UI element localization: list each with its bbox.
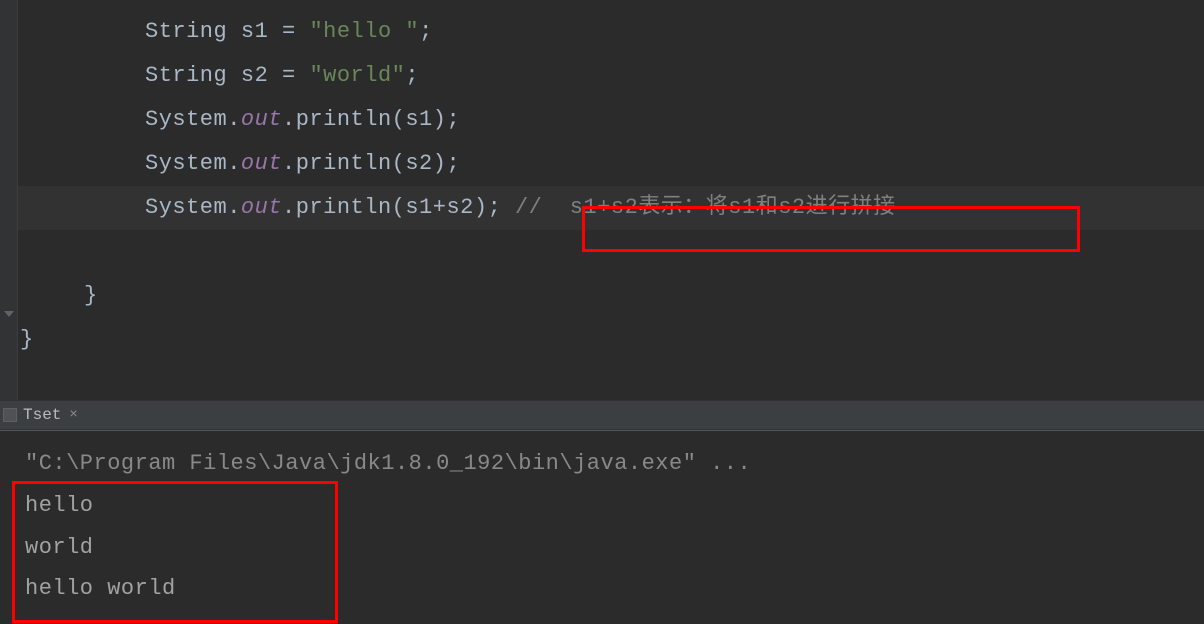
code-token-normal: System. [145, 107, 241, 132]
code-token-normal: .println(s1+s2); [282, 195, 515, 220]
code-token-normal: } [20, 327, 34, 352]
code-line[interactable]: System.out.println(s1+s2); // s1+s2表示：将s… [0, 186, 1204, 230]
code-token-field-italic: out [241, 107, 282, 132]
code-token-normal: .println(s1); [282, 107, 460, 132]
code-line[interactable]: String s1 = "hello "; [0, 10, 1204, 54]
close-tab-icon[interactable]: × [69, 407, 77, 423]
code-token-normal: String s2 = [145, 63, 309, 88]
code-token-string: "world" [309, 63, 405, 88]
code-line[interactable]: } [0, 274, 1204, 318]
console-tab-label[interactable]: Tset [23, 406, 61, 424]
code-token-comment: // s1+s2表示：将s1和s2进行拼接 [515, 195, 896, 220]
code-editor[interactable]: String s1 = "hello ";String s2 = "world"… [0, 0, 1204, 400]
editor-gutter [0, 0, 18, 400]
code-token-normal: } [84, 283, 98, 308]
console-output-line: world [25, 527, 1179, 569]
code-token-normal: .println(s2); [282, 151, 460, 176]
fold-indicator-icon[interactable] [0, 307, 17, 321]
code-token-normal: String s1 = [145, 19, 309, 44]
console-command-line: "C:\Program Files\Java\jdk1.8.0_192\bin\… [25, 443, 1179, 485]
console-output-line: hello world [25, 568, 1179, 610]
code-token-normal: ; [419, 19, 433, 44]
code-token-normal: System. [145, 195, 241, 220]
console-tab-bar: Tset × [0, 400, 1204, 430]
code-token-field-italic: out [241, 195, 282, 220]
run-tab-icon [3, 408, 17, 422]
code-token-field-italic: out [241, 151, 282, 176]
code-line[interactable]: String s2 = "world"; [0, 54, 1204, 98]
console-output[interactable]: "C:\Program Files\Java\jdk1.8.0_192\bin\… [0, 430, 1204, 624]
code-token-normal: ; [405, 63, 419, 88]
code-empty-line [0, 230, 1204, 274]
code-token-normal: System. [145, 151, 241, 176]
code-line[interactable]: System.out.println(s2); [0, 142, 1204, 186]
code-token-string: "hello " [309, 19, 419, 44]
console-output-line: hello [25, 485, 1179, 527]
code-line[interactable]: System.out.println(s1); [0, 98, 1204, 142]
code-line[interactable]: } [0, 318, 1204, 362]
